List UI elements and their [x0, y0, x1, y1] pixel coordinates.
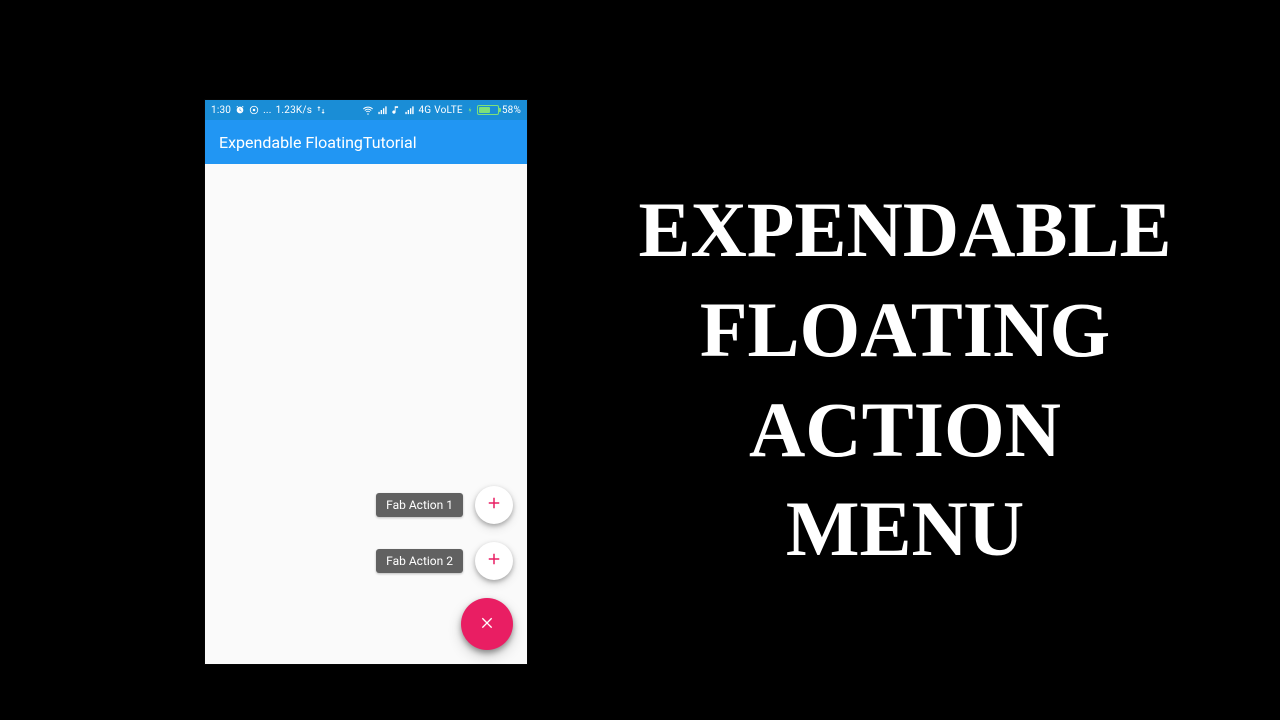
fab-action-2-row: Fab Action 2 [376, 542, 513, 580]
status-battery-pct: 58% [502, 105, 521, 116]
status-data-rate: 1.23K/s [276, 105, 312, 116]
phone-frame: 1:30 ... 1.23K/s [205, 100, 527, 664]
music-icon [391, 105, 401, 115]
ellipsis-icon: ... [263, 105, 272, 116]
app-title: Expendable FloatingTutorial [219, 133, 417, 152]
signal-2-icon [404, 105, 415, 116]
arrows-icon [316, 105, 326, 115]
app-content: Fab Action 1 Fab Action 2 [205, 164, 527, 664]
charging-icon [466, 105, 474, 115]
alarm-icon [235, 105, 245, 115]
close-icon [479, 614, 495, 634]
status-bar: 1:30 ... 1.23K/s [205, 100, 527, 120]
fab-main-button[interactable] [461, 598, 513, 650]
wifi-icon [362, 104, 374, 116]
plus-icon [485, 494, 503, 516]
status-time: 1:30 [211, 105, 231, 116]
fab-action-1-row: Fab Action 1 [376, 486, 513, 524]
slide-title: EXPENDABLE FLOATING ACTION MENU [570, 180, 1240, 579]
signal-icon [377, 105, 388, 116]
fab-action-1-label: Fab Action 1 [376, 493, 463, 517]
status-network: 4G [418, 105, 431, 116]
battery-icon [477, 105, 499, 115]
fab-menu: Fab Action 1 Fab Action 2 [376, 486, 513, 650]
app-status-icon [249, 105, 259, 115]
plus-icon [485, 550, 503, 572]
status-volte: VoLTE [434, 105, 463, 116]
fab-action-1-button[interactable] [475, 486, 513, 524]
fab-action-2-label: Fab Action 2 [376, 549, 463, 573]
fab-action-2-button[interactable] [475, 542, 513, 580]
app-bar: Expendable FloatingTutorial [205, 120, 527, 164]
